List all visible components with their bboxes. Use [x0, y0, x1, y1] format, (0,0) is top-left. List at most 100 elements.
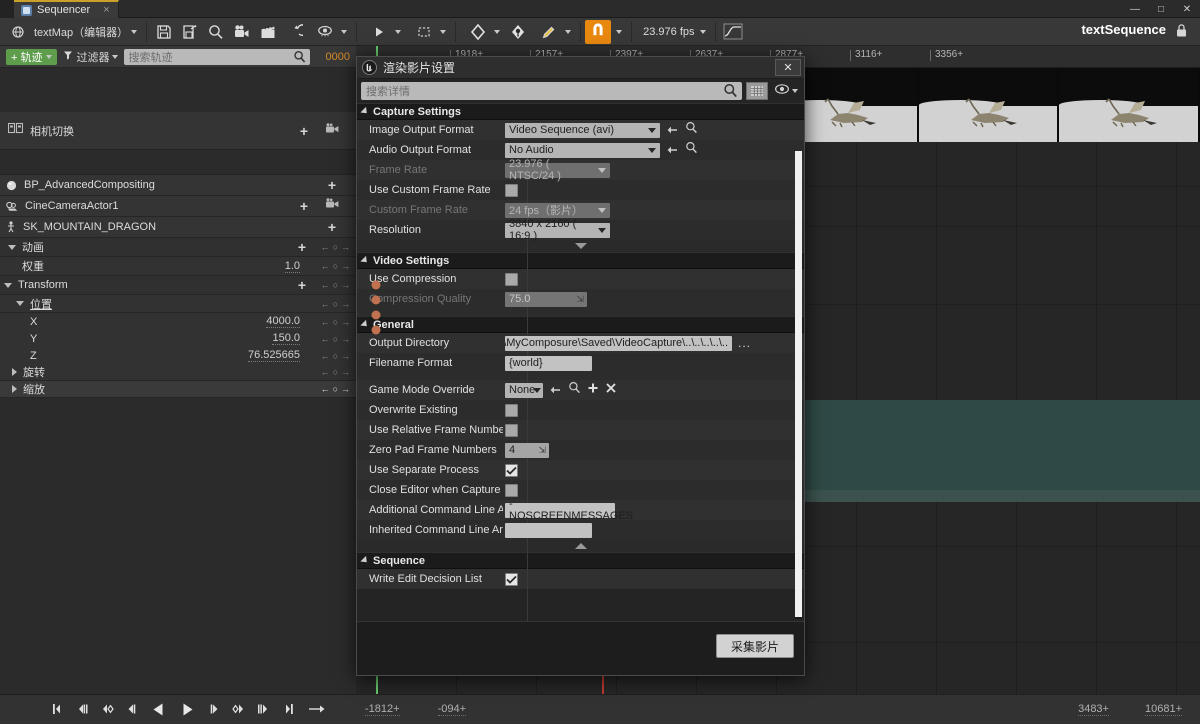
prev-key-icon[interactable]: ←	[321, 367, 330, 377]
playback-range-end[interactable]: 10681+	[1144, 703, 1182, 716]
track-row-camera-cut[interactable]: 相机切换 +	[0, 112, 356, 150]
track-row-bp-advanced-compositing[interactable]: BP_AdvancedCompositing +	[0, 175, 356, 196]
chevron-down-icon[interactable]	[8, 244, 16, 250]
setting-control[interactable]: None	[503, 381, 804, 399]
playback-range-start[interactable]: -1812+	[365, 703, 400, 716]
next-key-icon[interactable]: →	[341, 367, 350, 377]
add-key-icon[interactable]: ○	[333, 261, 338, 271]
setting-row-game-mode-override[interactable]: Game Mode Override None	[357, 380, 804, 400]
chevron-down-icon[interactable]	[341, 29, 348, 34]
view-range-start[interactable]: -094+	[437, 703, 467, 716]
window-close-button[interactable]: ✕	[1174, 0, 1200, 18]
chevron-down-icon[interactable]	[360, 555, 370, 566]
jump-to-end-icon[interactable]	[281, 698, 298, 720]
chevron-down-icon[interactable]	[565, 29, 572, 34]
save-icon[interactable]	[151, 20, 177, 44]
close-icon[interactable]: ✕	[775, 59, 801, 76]
close-editor-checkbox[interactable]	[505, 483, 518, 497]
spinner-icon[interactable]: ⇲	[538, 445, 546, 456]
browse-icon[interactable]	[685, 141, 698, 159]
output-directory-input[interactable]: ..\..\..\..\..\work\MyComposure\Saved\Vi…	[505, 335, 732, 351]
chevron-down-icon[interactable]	[360, 255, 370, 266]
section-header-general[interactable]: General	[357, 316, 804, 333]
undo-icon[interactable]	[281, 20, 307, 44]
prev-key-icon[interactable]: ←	[321, 280, 330, 290]
keyframe-options[interactable]	[460, 19, 505, 45]
track-row-location-y[interactable]: Y 150.0 ← ○ →	[0, 330, 356, 347]
setting-row-output-directory[interactable]: Output Directory ..\..\..\..\..\work\MyC…	[357, 333, 804, 353]
chevron-down-icon[interactable]	[792, 89, 798, 93]
minimize-button[interactable]: —	[1122, 0, 1148, 18]
add-key-icon[interactable]: ○	[333, 280, 338, 290]
collapse-general[interactable]	[357, 540, 804, 552]
chevron-down-icon[interactable]	[360, 106, 370, 117]
key-nav-group[interactable]: ← ○ →	[321, 299, 350, 309]
add-key-icon[interactable]: ○	[333, 367, 338, 377]
setting-control[interactable]	[503, 272, 804, 286]
tab-sequencer[interactable]: Sequencer ×	[14, 0, 119, 18]
chevron-down-icon[interactable]	[616, 29, 623, 34]
playback-options[interactable]	[361, 19, 406, 45]
marquee-icon[interactable]	[411, 20, 437, 44]
next-key-icon[interactable]: →	[341, 242, 350, 252]
prev-key-icon[interactable]: ←	[321, 351, 330, 361]
setting-row-use-separate-process[interactable]: Use Separate Process	[357, 460, 804, 480]
audio-output-format-dropdown[interactable]: No Audio	[505, 142, 660, 158]
view-range-end[interactable]: 3483+	[1078, 703, 1109, 716]
grid-view-icon[interactable]	[746, 82, 768, 100]
setting-control[interactable]	[503, 403, 804, 417]
close-icon[interactable]: ×	[103, 4, 109, 16]
track-row-scale[interactable]: 缩放 ← ○ →	[0, 381, 356, 398]
chevron-down-icon[interactable]	[16, 301, 24, 306]
track-row-cinecameraactor1[interactable]: CineCameraActor1 +	[0, 196, 356, 217]
setting-row-audio-output-format[interactable]: Audio Output Format No Audio	[357, 140, 804, 160]
setting-control[interactable]	[503, 522, 804, 538]
use-compression-checkbox[interactable]	[505, 272, 518, 286]
key-nav-group[interactable]: ← ○ →	[321, 334, 350, 344]
chevron-down-icon[interactable]	[46, 54, 53, 59]
track-row-weight[interactable]: 权重 1.0 ← ○ →	[0, 257, 356, 276]
key-nav-group[interactable]: ← ○ →	[321, 384, 350, 394]
use-custom-frame-rate-checkbox[interactable]	[505, 183, 518, 197]
key-interp-icon[interactable]	[505, 20, 531, 44]
track-row-location[interactable]: 位置 ← ○ →	[0, 295, 356, 313]
camera-icon[interactable]	[229, 20, 255, 44]
section-header-sequence[interactable]: Sequence	[357, 552, 804, 569]
track-row-transform[interactable]: Transform + ← ○ →	[0, 276, 356, 295]
thumbnail-frame[interactable]	[1059, 68, 1199, 142]
add-track-icon[interactable]: +	[300, 199, 308, 213]
resolution-dropdown[interactable]: 3840 x 2160 ( 16:9 )	[505, 218, 610, 242]
setting-row-use-compression[interactable]: Use Compression	[357, 269, 804, 289]
add-track-button[interactable]: + 轨迹	[6, 48, 58, 65]
setting-row-filename-format[interactable]: Filename Format {world}	[357, 353, 804, 373]
setting-control[interactable]	[503, 423, 804, 437]
filename-format-input[interactable]: {world}	[505, 355, 592, 371]
next-key-icon[interactable]: →	[341, 317, 350, 327]
zero-pad-frame-numbers-input[interactable]: 4 ⇲	[505, 442, 549, 458]
setting-row-use-relative-frame-numbers[interactable]: Use Relative Frame Numbers	[357, 420, 804, 440]
track-row-sk-mountain-dragon[interactable]: SK_MOUNTAIN_DRAGON +	[0, 217, 356, 238]
add-track-icon[interactable]: +	[298, 278, 306, 292]
use-relative-frame-numbers-checkbox[interactable]	[505, 423, 518, 437]
prev-key-icon[interactable]: ←	[321, 242, 330, 252]
use-separate-process-checkbox[interactable]	[505, 463, 518, 477]
chevron-down-icon[interactable]	[395, 29, 402, 34]
track-row-animation[interactable]: 动画 + ← ○ →	[0, 238, 356, 257]
section-header-video-settings[interactable]: Video Settings	[357, 252, 804, 269]
add-icon[interactable]	[587, 381, 599, 399]
prev-key-icon[interactable]: ←	[321, 299, 330, 309]
pencil-icon[interactable]	[536, 20, 562, 44]
track-row-rotation[interactable]: 旋转 ← ○ →	[0, 364, 356, 381]
setting-row-inherited-command-line-arguments[interactable]: Inherited Command Line Argum	[357, 520, 804, 540]
section-header-capture-settings[interactable]: Capture Settings	[357, 103, 804, 120]
dialog-scrollbar[interactable]	[795, 151, 802, 619]
snap-toggle-button[interactable]	[585, 19, 612, 44]
chevron-down-icon[interactable]	[494, 29, 501, 34]
play-forward-icon[interactable]	[177, 698, 198, 720]
prev-key-icon[interactable]	[98, 698, 115, 720]
setting-row-write-edit-decision-list[interactable]: Write Edit Decision List	[357, 569, 804, 589]
prev-key-icon[interactable]: ←	[321, 317, 330, 327]
jump-to-start-icon[interactable]	[48, 698, 65, 720]
setting-row-overwrite-existing[interactable]: Overwrite Existing	[357, 400, 804, 420]
next-key-icon[interactable]: →	[341, 280, 350, 290]
